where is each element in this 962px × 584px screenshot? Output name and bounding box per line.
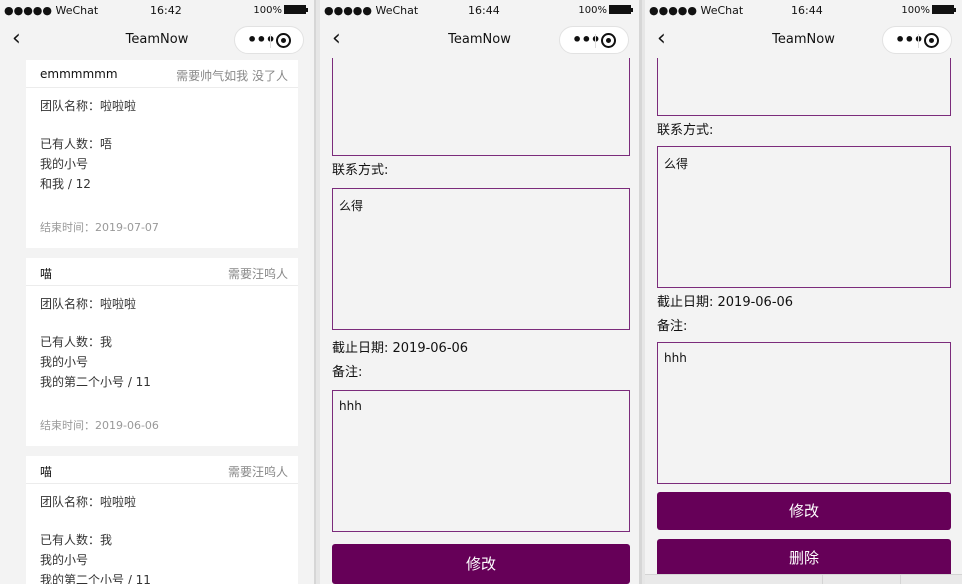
edit-button[interactable]: 修改 xyxy=(657,492,951,530)
menu-capsule: ••• xyxy=(559,26,629,54)
bottom-bar-divider xyxy=(900,575,901,584)
member-list: 已有人数：唔 我的小号 和我 / 12 xyxy=(40,137,113,191)
delete-button[interactable]: 删除 xyxy=(657,539,951,577)
card-body: 团队名称：啦啦啦 已有人数：我 我的小号 我的第二个小号 / 11 结束时间：2… xyxy=(26,286,298,446)
member-list: 已有人数：我 我的小号 我的第二个小号 / 11 xyxy=(40,335,151,389)
battery-icon xyxy=(932,5,956,14)
contact-field[interactable]: 么得 xyxy=(332,188,630,330)
team-card[interactable]: 喵 需要汪呜人 团队名称：啦啦啦 已有人数：我 我的小号 我的第二个小号 / 1… xyxy=(26,258,298,446)
capsule-divider xyxy=(595,34,596,48)
status-time: 16:44 xyxy=(791,4,823,17)
status-time: 16:42 xyxy=(150,4,182,17)
carrier-label: ●●●●● WeChat xyxy=(324,4,419,17)
deadline-label: 截止日期: 2019-06-06 xyxy=(332,341,469,356)
carrier-label: ●●●●● WeChat xyxy=(649,4,744,17)
battery-percent: 100% xyxy=(901,5,930,16)
battery-indicator: 100% xyxy=(253,5,308,16)
card-need: 需要汪呜人 xyxy=(227,267,288,281)
nav-bar: ‹ TeamNow ••• xyxy=(320,22,639,58)
card-body: 团队名称：啦啦啦 已有人数：我 我的小号 我的第二个小号 / 11 xyxy=(26,484,298,584)
team-name: 团队名称：啦啦啦 xyxy=(40,495,137,509)
contact-label: 联系方式: xyxy=(332,163,389,178)
close-miniprogram-icon[interactable] xyxy=(601,33,616,48)
battery-percent: 100% xyxy=(578,5,607,16)
previous-textarea[interactable] xyxy=(332,58,630,156)
phone-list-screen: ●●●●● WeChat 16:42 100% ‹ TeamNow ••• em… xyxy=(0,0,316,584)
team-card[interactable]: 喵 需要汪呜人 团队名称：啦啦啦 已有人数：我 我的小号 我的第二个小号 / 1… xyxy=(26,456,298,584)
contact-field[interactable]: 么得 xyxy=(657,146,951,288)
team-card[interactable]: emmmmmm 需要帅气如我 没了人 团队名称：啦啦啦 已有人数：唔 我的小号 … xyxy=(26,60,298,248)
close-miniprogram-icon[interactable] xyxy=(924,33,939,48)
phone-detail-scrolled-screen: ●●●●● WeChat 16:44 100% ‹ TeamNow ••• 联系… xyxy=(645,0,962,584)
capsule-divider xyxy=(918,34,919,48)
deadline-label: 截止日期: 2019-06-06 xyxy=(657,295,794,310)
status-bar: ●●●●● WeChat 16:44 100% xyxy=(645,0,962,22)
battery-icon xyxy=(609,5,633,14)
card-header: 喵 需要汪呜人 xyxy=(26,258,298,286)
nav-bar: ‹ TeamNow ••• xyxy=(645,22,962,58)
nav-bar: ‹ TeamNow ••• xyxy=(0,22,314,58)
team-name: 团队名称：啦啦啦 xyxy=(40,99,137,113)
card-header: 喵 需要汪呜人 xyxy=(26,456,298,484)
bottom-bar xyxy=(645,574,962,584)
team-list: emmmmmm 需要帅气如我 没了人 团队名称：啦啦啦 已有人数：唔 我的小号 … xyxy=(26,60,298,584)
battery-indicator: 100% xyxy=(578,5,633,16)
card-need: 需要汪呜人 xyxy=(227,465,288,479)
battery-percent: 100% xyxy=(253,5,282,16)
edit-button[interactable]: 修改 xyxy=(332,544,630,584)
contact-label: 联系方式: xyxy=(657,123,714,138)
note-field[interactable]: hhh xyxy=(332,390,630,532)
end-time: 结束时间：2019-06-06 xyxy=(40,419,159,432)
detail-form: 联系方式: 么得 截止日期: 2019-06-06 备注: hhh 修改 xyxy=(332,58,630,584)
battery-icon xyxy=(284,5,308,14)
status-bar: ●●●●● WeChat 16:44 100% xyxy=(320,0,639,22)
end-time: 结束时间：2019-07-07 xyxy=(40,221,159,234)
menu-capsule: ••• xyxy=(882,26,952,54)
phone-detail-screen: ●●●●● WeChat 16:44 100% ‹ TeamNow ••• 联系… xyxy=(320,0,642,584)
card-need: 需要帅气如我 没了人 xyxy=(176,69,288,83)
card-header: emmmmmm 需要帅气如我 没了人 xyxy=(26,60,298,88)
card-title: 喵 xyxy=(40,465,53,479)
card-title: 喵 xyxy=(40,267,53,281)
card-body: 团队名称：啦啦啦 已有人数：唔 我的小号 和我 / 12 结束时间：2019-0… xyxy=(26,88,298,248)
note-label: 备注: xyxy=(657,319,688,334)
close-miniprogram-icon[interactable] xyxy=(276,33,291,48)
note-label: 备注: xyxy=(332,365,363,380)
team-name: 团队名称：啦啦啦 xyxy=(40,297,137,311)
battery-indicator: 100% xyxy=(901,5,956,16)
status-time: 16:44 xyxy=(468,4,500,17)
member-list: 已有人数：我 我的小号 我的第二个小号 / 11 xyxy=(40,533,151,584)
previous-textarea[interactable] xyxy=(657,58,951,116)
capsule-divider xyxy=(270,34,271,48)
bottom-bar-divider xyxy=(822,575,823,584)
status-bar: ●●●●● WeChat 16:42 100% xyxy=(0,0,314,22)
note-field[interactable]: hhh xyxy=(657,342,951,484)
card-title: emmmmmm xyxy=(40,67,118,81)
menu-capsule: ••• xyxy=(234,26,304,54)
carrier-label: ●●●●● WeChat xyxy=(4,4,99,17)
detail-form: 联系方式: 么得 截止日期: 2019-06-06 备注: hhh 修改 删除 xyxy=(657,58,951,577)
